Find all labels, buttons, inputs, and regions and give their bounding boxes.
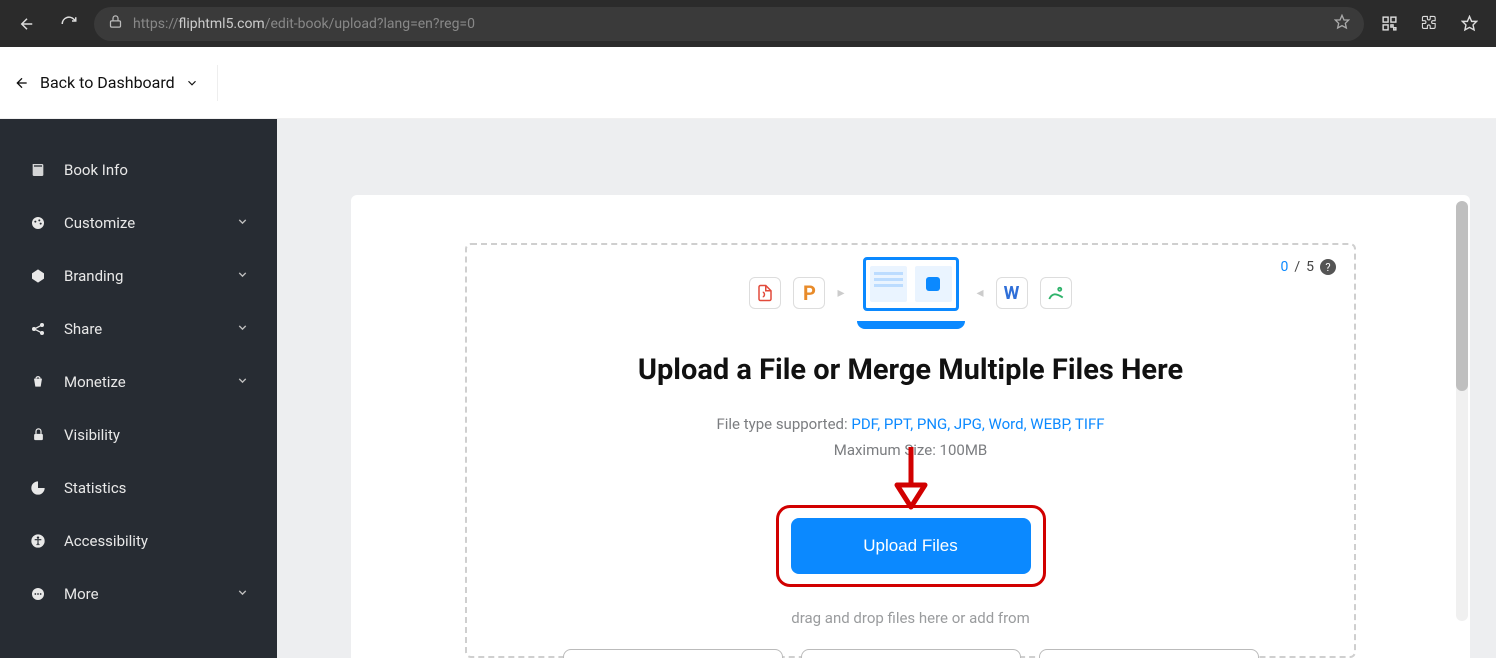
pdf-icon <box>749 277 781 309</box>
sidebar-item-share[interactable]: Share <box>0 302 277 355</box>
sidebar-item-label: Book Info <box>64 161 128 179</box>
sidebar-item-visibility[interactable]: Visibility <box>0 408 277 461</box>
upload-files-button[interactable]: Upload Files <box>791 518 1031 574</box>
sidebar-item-label: Customize <box>64 214 135 232</box>
lock-icon <box>28 427 48 442</box>
sidebar-item-label: Accessibility <box>64 532 148 550</box>
sidebar-item-monetize[interactable]: Monetize <box>0 355 277 408</box>
chevron-down-icon <box>236 214 249 232</box>
scrollbar[interactable] <box>1456 201 1468 621</box>
max-size: Maximum Size: 100MB <box>467 441 1354 459</box>
header-divider <box>217 65 218 101</box>
upload-heading: Upload a File or Merge Multiple Files He… <box>467 353 1354 387</box>
browser-back-button[interactable] <box>10 7 44 41</box>
source-google-drive-button[interactable]: Google Drive <box>801 649 1021 658</box>
pie-chart-icon <box>28 480 48 496</box>
lock-icon <box>108 14 123 33</box>
page-header: Back to Dashboard <box>0 47 1496 119</box>
sidebar-item-label: Share <box>64 320 102 338</box>
sidebar-item-accessibility[interactable]: Accessibility <box>0 514 277 567</box>
external-sources-row: File/iCloud Link Google Drive Dropbox <box>467 649 1354 658</box>
sidebar-item-statistics[interactable]: Statistics <box>0 461 277 514</box>
dragdrop-hint: drag and drop files here or add from <box>467 609 1354 627</box>
arrow-left-icon: ◂ <box>977 285 984 301</box>
sidebar: Book Info Customize Branding Share Monet… <box>0 119 277 658</box>
help-icon[interactable]: ? <box>1320 259 1336 275</box>
sidebar-item-label: Statistics <box>64 479 126 497</box>
sidebar-item-label: More <box>64 585 99 603</box>
tag-icon <box>28 268 48 284</box>
scrollbar-thumb[interactable] <box>1456 201 1468 391</box>
file-type-illustration: P ▸ ◂ W <box>467 257 1354 329</box>
source-file-link-button[interactable]: File/iCloud Link <box>563 649 783 658</box>
word-icon: W <box>996 277 1028 309</box>
book-icon <box>28 162 48 178</box>
money-icon <box>28 374 48 390</box>
chevron-down-icon <box>185 76 199 90</box>
favorites-icon[interactable] <box>1452 7 1486 41</box>
chevron-down-icon <box>236 267 249 285</box>
bookmark-star-icon[interactable] <box>1334 14 1350 34</box>
arrow-right-icon: ▸ <box>837 285 844 301</box>
upload-dropzone[interactable]: 0 / 5 ? P ▸ ◂ W <box>465 243 1356 658</box>
annotation-highlight: Upload Files <box>776 505 1046 587</box>
supported-types: File type supported: PDF, PPT, PNG, JPG,… <box>467 415 1354 433</box>
image-icon <box>1040 277 1072 309</box>
share-icon <box>28 321 48 337</box>
upload-card: 0 / 5 ? P ▸ ◂ W <box>351 195 1470 658</box>
sidebar-item-label: Monetize <box>64 373 126 391</box>
source-dropbox-button[interactable]: Dropbox <box>1039 649 1259 658</box>
accessibility-icon <box>28 533 48 549</box>
palette-icon <box>28 215 48 231</box>
laptop-icon <box>857 257 965 329</box>
extensions-icon[interactable] <box>1412 7 1446 41</box>
upload-counter: 0 / 5 ? <box>1280 259 1336 275</box>
sidebar-item-label: Branding <box>64 267 123 285</box>
chevron-down-icon <box>236 320 249 338</box>
browser-toolbar: https://fliphtml5.com/edit-book/upload?l… <box>0 0 1496 47</box>
sidebar-item-label: Visibility <box>64 426 120 444</box>
chevron-down-icon <box>236 585 249 603</box>
sidebar-item-branding[interactable]: Branding <box>0 249 277 302</box>
sidebar-item-more[interactable]: More <box>0 567 277 620</box>
url-text: https://fliphtml5.com/edit-book/upload?l… <box>133 16 1324 32</box>
supported-types-list: PDF, PPT, PNG, JPG, Word, WEBP, TIFF <box>851 415 1104 433</box>
sidebar-item-customize[interactable]: Customize <box>0 196 277 249</box>
back-label: Back to Dashboard <box>40 73 175 92</box>
ppt-icon: P <box>793 277 825 309</box>
qr-icon[interactable] <box>1372 7 1406 41</box>
main-content: 0 / 5 ? P ▸ ◂ W <box>277 119 1496 658</box>
browser-refresh-button[interactable] <box>52 7 86 41</box>
sidebar-item-book-info[interactable]: Book Info <box>0 143 277 196</box>
back-to-dashboard-button[interactable]: Back to Dashboard <box>14 73 199 92</box>
address-bar[interactable]: https://fliphtml5.com/edit-book/upload?l… <box>94 7 1364 41</box>
more-icon <box>28 586 48 602</box>
chevron-down-icon <box>236 373 249 391</box>
